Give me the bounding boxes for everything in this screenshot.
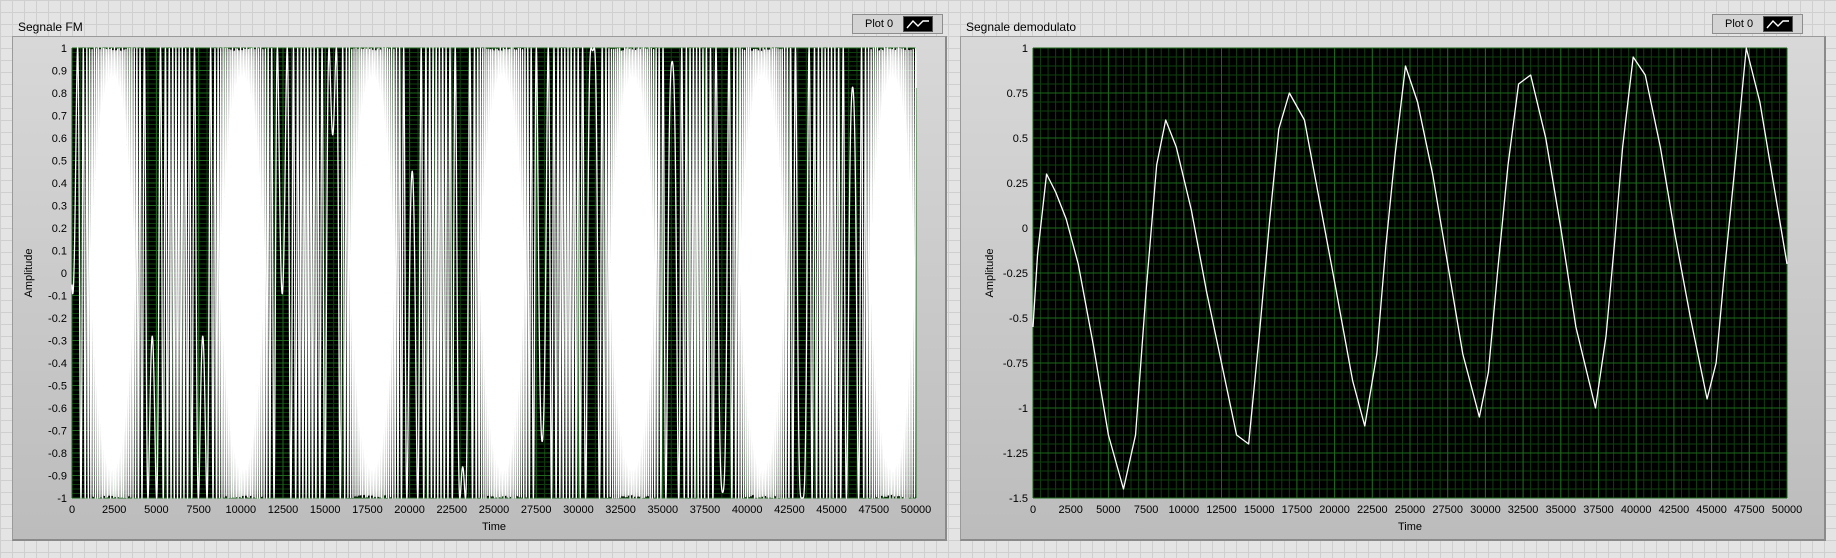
y-tick-label: -1 xyxy=(57,493,67,505)
y-axis-label: Amplitude xyxy=(23,249,35,298)
x-tick-label: 5000 xyxy=(1096,504,1120,516)
x-tick-label: 22500 xyxy=(437,504,468,516)
x-tick-label: 12500 xyxy=(1206,504,1237,516)
y-tick-label: 0.75 xyxy=(1007,88,1028,100)
x-tick-label: 0 xyxy=(69,504,75,516)
y-tick-label: -0.8 xyxy=(48,448,67,460)
y-tick-label: 0.3 xyxy=(52,201,67,213)
y-tick-label: -1 xyxy=(1018,403,1028,415)
y-tick-label: -1.5 xyxy=(1009,493,1028,505)
graph-segnale-fm: Segnale FM Plot 0 0 2500 5000 7500 10000 1250… xyxy=(0,0,958,558)
x-tick-label: 30000 xyxy=(563,504,594,516)
x-tick-label: 10000 xyxy=(1169,504,1200,516)
y-tick-label: 0.7 xyxy=(52,111,67,123)
x-tick-label: 45000 xyxy=(816,504,847,516)
y-tick-label: -0.5 xyxy=(1009,313,1028,325)
x-tick-label: 27500 xyxy=(1432,504,1463,516)
x-tick-label: 17500 xyxy=(352,504,383,516)
x-tick-label: 12500 xyxy=(268,504,299,516)
x-tick-label: 15000 xyxy=(310,504,341,516)
x-tick-label: 5000 xyxy=(144,504,168,516)
x-tick-label: 17500 xyxy=(1282,504,1313,516)
x-tick-label: 7500 xyxy=(1134,504,1158,516)
x-axis-label: Time xyxy=(1398,521,1422,533)
y-tick-label: 0.1 xyxy=(52,246,67,258)
y-tick-label: -0.7 xyxy=(48,426,67,438)
y-tick-label: 0.2 xyxy=(52,223,67,235)
y-tick-label: -0.2 xyxy=(48,313,67,325)
x-tick-label: 10000 xyxy=(226,504,257,516)
y-tick-label: 0.5 xyxy=(1013,133,1028,145)
x-tick-label: 40000 xyxy=(1621,504,1652,516)
x-tick-label: 25000 xyxy=(479,504,510,516)
y-tick-label: 0.4 xyxy=(52,178,67,190)
y-tick-label: 0 xyxy=(1022,223,1028,235)
y-tick-label: 0 xyxy=(61,268,67,280)
x-tick-label: 35000 xyxy=(1546,504,1577,516)
y-tick-label: -0.5 xyxy=(48,381,67,393)
y-tick-label: 0.25 xyxy=(1007,178,1028,190)
y-tick-label: 1 xyxy=(61,43,67,55)
y-tick-label: -0.3 xyxy=(48,336,67,348)
y-tick-label: -0.75 xyxy=(1003,358,1028,370)
x-tick-label: 20000 xyxy=(1319,504,1350,516)
y-tick-label: -0.4 xyxy=(48,358,67,370)
chart-segnale-fm: 0 2500 5000 7500 10000 12500 15000 17500 20000 22… xyxy=(23,43,932,533)
x-tick-label: 2500 xyxy=(102,504,126,516)
x-tick-label: 20000 xyxy=(394,504,425,516)
x-tick-label: 27500 xyxy=(521,504,552,516)
x-tick-label: 22500 xyxy=(1357,504,1388,516)
y-tick-label: -0.1 xyxy=(48,291,67,303)
major-grid xyxy=(1032,47,1788,499)
x-tick-label: 2500 xyxy=(1058,504,1082,516)
y-tick-label: -1.25 xyxy=(1003,448,1028,460)
y-tick-label: 0.9 xyxy=(52,66,67,78)
x-tick-label: 37500 xyxy=(690,504,721,516)
y-tick-label: -0.9 xyxy=(48,471,67,483)
y-axis-label: Amplitude xyxy=(984,249,996,298)
chart-segnale-demodulato: 0 2500 5000 7500 10000 12500 15000 17500 20000 22… xyxy=(984,43,1803,533)
x-tick-label: 42500 xyxy=(774,504,805,516)
x-tick-label: 25000 xyxy=(1395,504,1426,516)
x-tick-label: 32500 xyxy=(605,504,636,516)
x-tick-label: 50000 xyxy=(901,504,932,516)
x-tick-label: 7500 xyxy=(186,504,210,516)
x-tick-label: 15000 xyxy=(1244,504,1275,516)
x-tick-label: 30000 xyxy=(1470,504,1501,516)
y-tick-label: 1 xyxy=(1022,43,1028,55)
y-tick-label: -0.25 xyxy=(1003,268,1028,280)
x-tick-label: 0 xyxy=(1030,504,1036,516)
x-tick-label: 40000 xyxy=(732,504,763,516)
x-tick-label: 47500 xyxy=(1734,504,1765,516)
x-axis-label: Time xyxy=(482,521,506,533)
x-tick-label: 32500 xyxy=(1508,504,1539,516)
graph-segnale-demodulato: Segnale demodulato Plot 0 0 2500 5000 7500 1… xyxy=(958,0,1836,558)
y-tick-label: 0.8 xyxy=(52,88,67,100)
x-tick-label: 45000 xyxy=(1696,504,1727,516)
x-tick-label: 47500 xyxy=(859,504,890,516)
x-tick-label: 37500 xyxy=(1583,504,1614,516)
y-tick-label: -0.6 xyxy=(48,403,67,415)
y-tick-label: 0.6 xyxy=(52,133,67,145)
y-tick-label: 0.5 xyxy=(52,156,67,168)
x-tick-label: 42500 xyxy=(1659,504,1690,516)
x-tick-label: 50000 xyxy=(1772,504,1803,516)
x-tick-label: 35000 xyxy=(648,504,679,516)
